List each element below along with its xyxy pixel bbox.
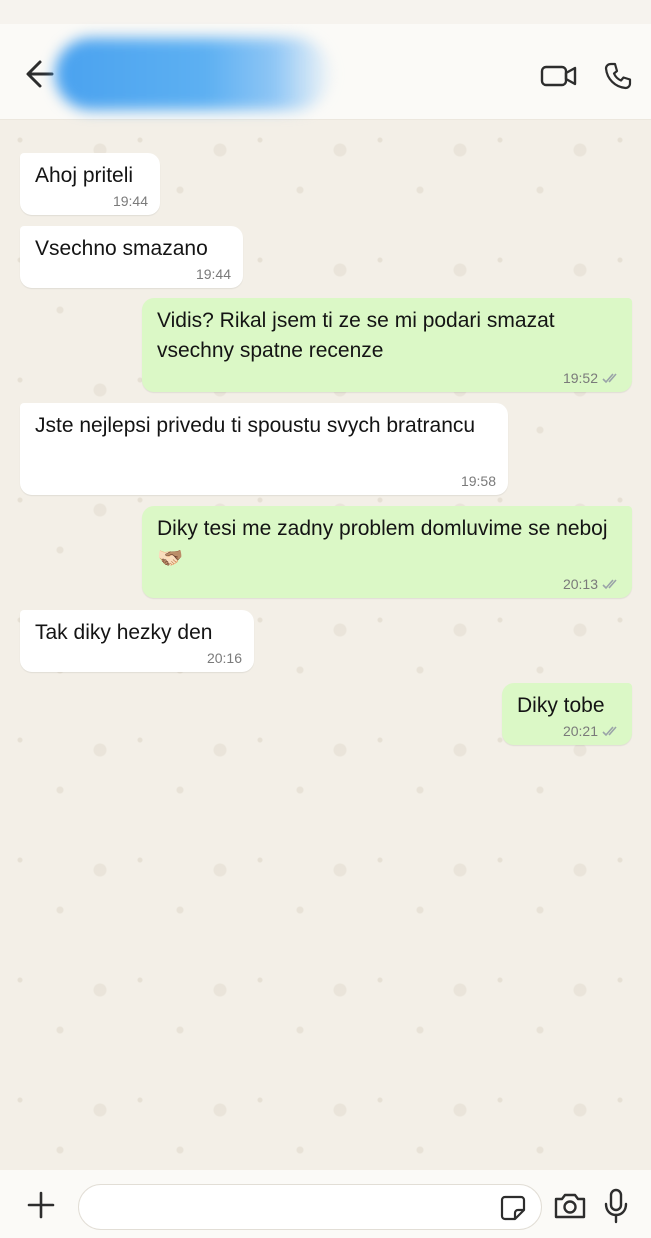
voice-message-button[interactable]	[602, 1187, 630, 1225]
read-receipt-icon	[602, 578, 620, 590]
message-text: Tak diky hezky den	[35, 621, 213, 644]
chat-screen: Ahoj priteli 19:44 Vsechno smazano 19:44…	[0, 0, 651, 1238]
message-incoming[interactable]: Vsechno smazano 19:44	[20, 226, 243, 288]
back-arrow-icon	[26, 60, 54, 88]
camera-icon	[554, 1193, 586, 1219]
message-time: 19:58	[460, 473, 496, 489]
attach-button[interactable]	[22, 1186, 60, 1224]
back-button[interactable]	[18, 54, 58, 94]
message-text: Diky tobe	[517, 694, 605, 717]
message-outgoing[interactable]: Diky tesi me zadny problem domluvime se …	[142, 506, 632, 598]
message-text: Diky tesi me zadny problem domluvime se …	[157, 514, 616, 574]
read-receipt-icon	[602, 725, 620, 737]
read-receipt-icon	[602, 372, 620, 384]
plus-icon	[27, 1191, 55, 1219]
phone-icon	[604, 62, 632, 90]
message-incoming[interactable]: Ahoj priteli 19:44	[20, 153, 160, 215]
video-camera-icon	[540, 65, 577, 87]
message-time: 19:52	[562, 370, 598, 386]
chat-header	[0, 24, 651, 120]
sticker-button[interactable]	[499, 1194, 527, 1222]
message-time: 19:44	[195, 266, 231, 282]
contact-avatar-and-name-redacted[interactable]	[55, 38, 330, 110]
message-text: Vsechno smazano	[35, 237, 208, 260]
message-input[interactable]	[95, 1191, 495, 1223]
message-text: Jste nejlepsi privedu ti spoustu svych b…	[35, 414, 476, 437]
message-composer	[0, 1170, 651, 1238]
status-bar	[0, 0, 651, 24]
message-outgoing[interactable]: Diky tobe 20:21	[502, 683, 632, 745]
message-time: 20:21	[562, 723, 598, 739]
handshake-emoji: 🫱🏻‍🫲🏽	[157, 547, 184, 570]
message-text-content: Diky tesi me zadny problem domluvime se …	[157, 517, 608, 540]
message-time: 20:13	[562, 576, 598, 592]
message-incoming[interactable]: Tak diky hezky den 20:16	[20, 610, 254, 672]
microphone-icon	[604, 1188, 628, 1224]
video-call-button[interactable]	[539, 60, 579, 92]
message-time: 20:16	[206, 650, 242, 666]
sticker-icon	[500, 1195, 526, 1221]
message-text: Vidis? Rikal jsem ti ze se mi podari sma…	[157, 309, 561, 362]
message-incoming[interactable]: Jste nejlepsi privedu ti spoustu svych b…	[20, 403, 508, 495]
message-time: 19:44	[112, 193, 148, 209]
camera-button[interactable]	[552, 1189, 588, 1223]
voice-call-button[interactable]	[598, 60, 638, 92]
message-outgoing[interactable]: Vidis? Rikal jsem ti ze se mi podari sma…	[142, 298, 632, 392]
message-input-box[interactable]	[78, 1184, 542, 1230]
message-text: Ahoj priteli	[35, 164, 134, 187]
